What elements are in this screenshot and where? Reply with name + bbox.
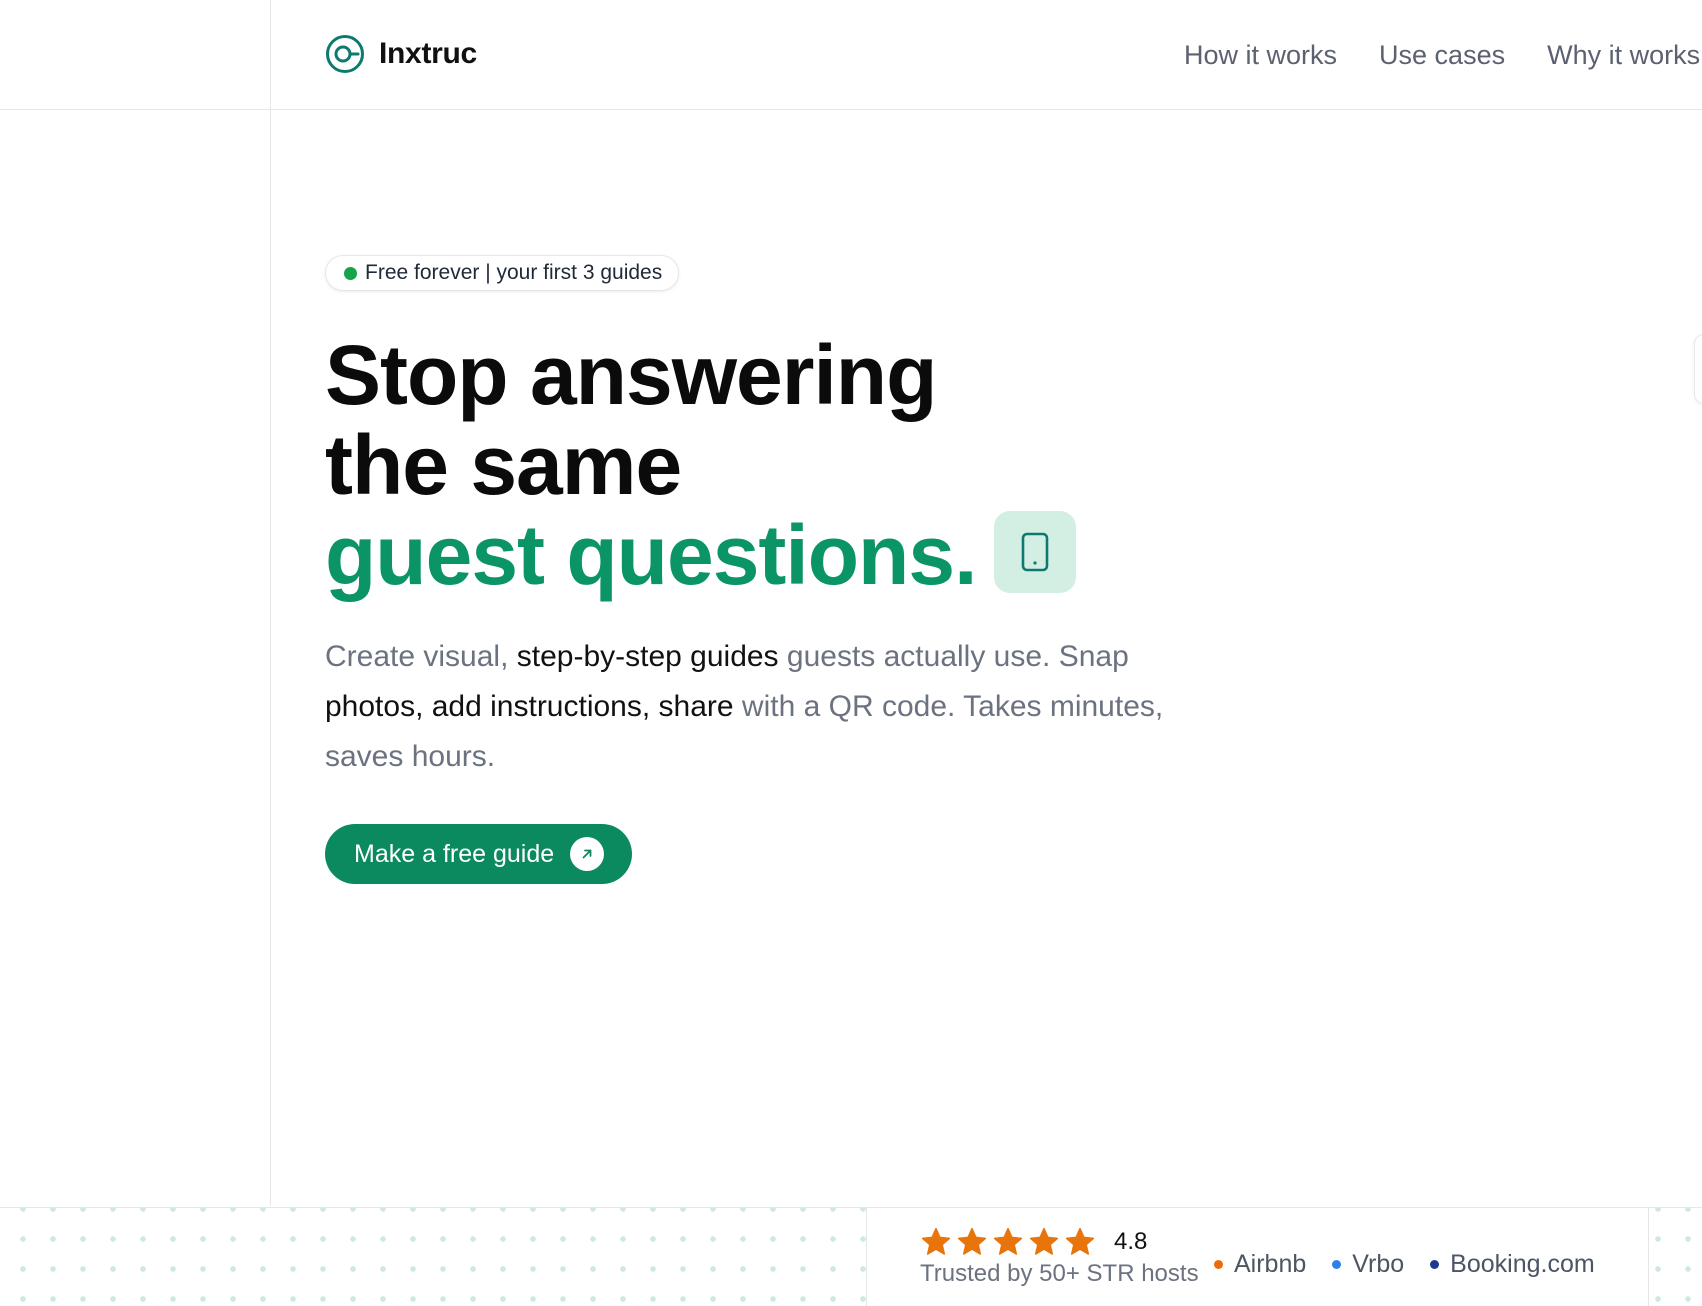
status-dot	[344, 266, 357, 280]
main-nav: How it works Use cases Why it works	[1184, 40, 1700, 71]
dot-pattern-right	[1649, 1208, 1702, 1306]
headline-line-2: the same	[325, 418, 682, 512]
platform-dot	[1214, 1260, 1223, 1269]
cta-label: Make a free guide	[354, 839, 555, 868]
nav-use-cases[interactable]: Use cases	[1379, 40, 1505, 71]
rating-block: 4.8 Trusted by 50+ STR hosts	[920, 1226, 1199, 1288]
rating-value: 4.8	[1114, 1228, 1148, 1255]
strip-divider-left	[866, 1208, 867, 1306]
hero-subheadline: Create visual, step-by-step guides guest…	[325, 632, 1185, 782]
sub-part-1: Create visual,	[325, 640, 517, 673]
platform-list: Airbnb Vrbo Booking.com	[1214, 1250, 1595, 1279]
make-free-guide-button[interactable]: Make a free guide	[325, 824, 633, 884]
star-icon	[1065, 1227, 1095, 1255]
nav-how-it-works[interactable]: How it works	[1184, 40, 1337, 71]
circle-logo-icon	[326, 35, 364, 73]
headline-line-3: guest questions.	[325, 508, 977, 602]
dot-pattern-left	[0, 1208, 866, 1306]
star-icon	[993, 1227, 1023, 1255]
trusted-by-text: Trusted by 50+ STR hosts	[920, 1260, 1199, 1287]
layout-divider-vertical	[270, 0, 271, 1206]
phone-icon-badge	[994, 510, 1077, 593]
free-forever-badge: Free forever | your first 3 guides	[325, 255, 680, 291]
platform-vrbo: Vrbo	[1332, 1250, 1404, 1279]
brand-logo-link[interactable]: Inxtruc	[325, 34, 477, 74]
sub-emphasis-guides: step-by-step guides	[516, 640, 779, 673]
hero-headline: Stop answering the same guest questions.	[325, 328, 1077, 603]
platform-booking: Booking.com	[1430, 1250, 1595, 1279]
badge-text: Free forever | your first 3 guides	[365, 261, 663, 284]
platform-label: Vrbo	[1352, 1250, 1405, 1278]
nav-why-it-works[interactable]: Why it works	[1547, 40, 1700, 71]
header-divider	[0, 109, 1702, 110]
phone-icon	[1022, 532, 1049, 572]
star-icon	[957, 1227, 987, 1255]
star-icon	[1029, 1227, 1059, 1255]
stars-row: 4.8	[920, 1226, 1199, 1258]
headline-line-3-wrap: guest questions.	[325, 508, 1077, 603]
star-icon	[921, 1227, 951, 1255]
sub-emphasis-actions: photos, add instructions, share	[325, 690, 734, 723]
platform-label: Booking.com	[1450, 1250, 1595, 1278]
sub-part-3: guests actually use. Snap	[778, 640, 1129, 673]
side-widget-tab[interactable]	[1694, 334, 1702, 404]
headline-line-1: Stop answering	[325, 328, 937, 422]
brand-name: Inxtruc	[379, 37, 477, 70]
platform-airbnb: Airbnb	[1214, 1250, 1306, 1279]
arrow-up-right-icon	[570, 837, 605, 871]
platform-dot	[1430, 1260, 1440, 1269]
platform-label: Airbnb	[1234, 1250, 1307, 1278]
platform-dot	[1332, 1260, 1342, 1269]
